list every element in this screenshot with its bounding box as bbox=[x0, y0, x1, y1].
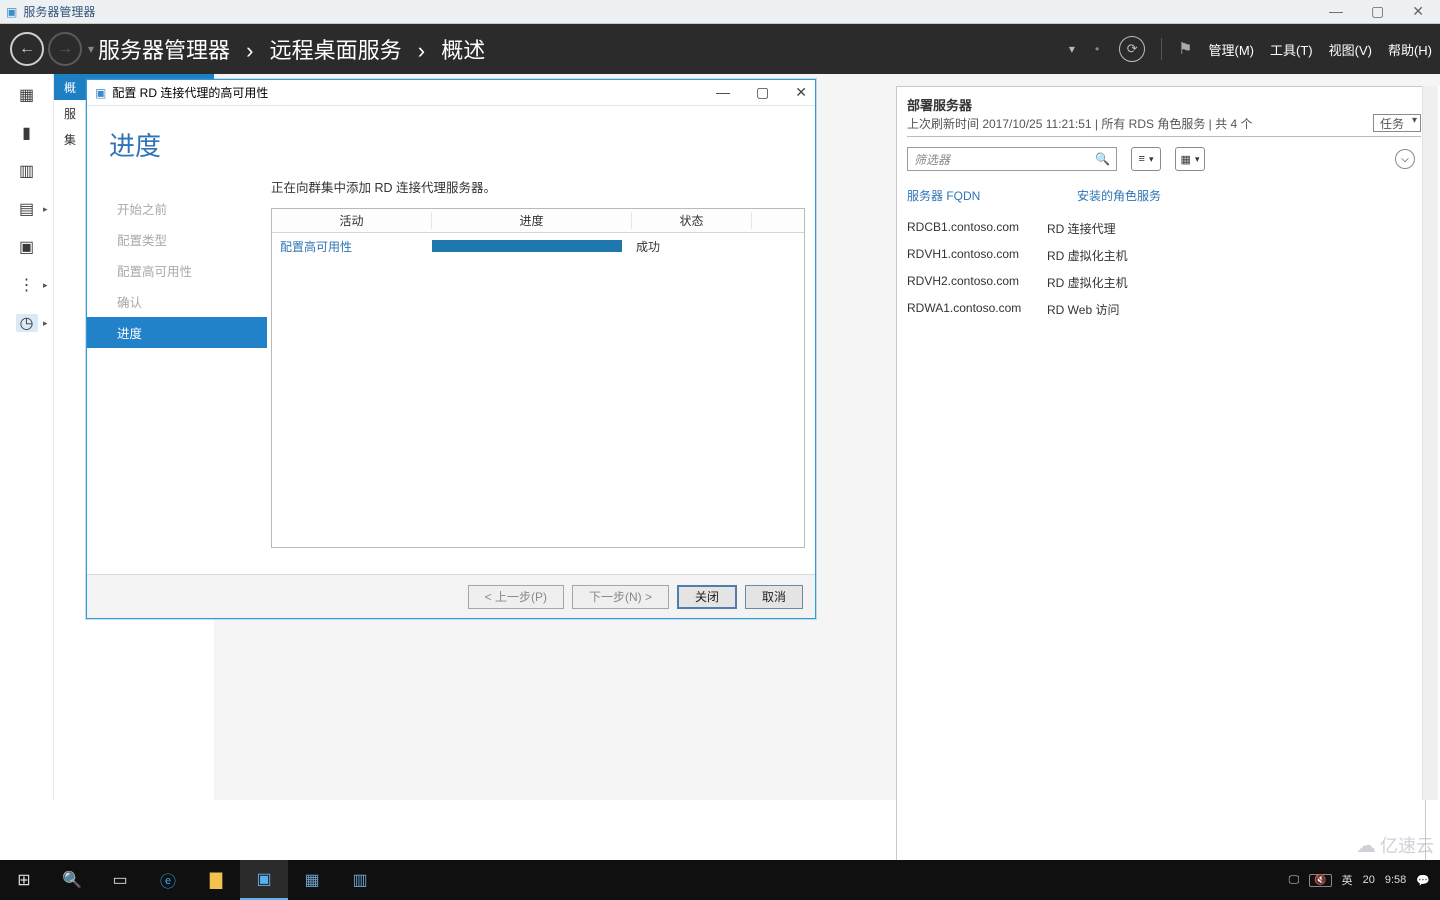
rail-more-icon[interactable]: ⋮▸ bbox=[16, 276, 38, 294]
menu-help[interactable]: 帮助(H) bbox=[1388, 40, 1432, 59]
filter-input[interactable]: 筛选器 🔍 bbox=[907, 147, 1117, 171]
rail-dashboard-icon[interactable]: ▦ bbox=[16, 86, 38, 104]
crumb-level2[interactable]: 概述 bbox=[441, 38, 485, 63]
rail-iis-icon[interactable]: ▣ bbox=[16, 238, 38, 256]
window-maximize-button[interactable]: ▢ bbox=[1371, 3, 1384, 20]
server-table-header: 服务器 FQDN 安装的角色服务 bbox=[907, 183, 1421, 209]
col-activity: 活动 bbox=[272, 212, 432, 229]
col-fqdn[interactable]: 服务器 FQDN bbox=[907, 187, 1027, 204]
step-confirm: 确认 bbox=[109, 286, 267, 317]
dialog-close-button[interactable]: ✕ bbox=[795, 84, 807, 101]
dialog-title: 配置 RD 连接代理的高可用性 bbox=[112, 84, 268, 101]
deployment-servers-panel: 部署服务器 上次刷新时间 2017/10/25 11:21:51 | 所有 RD… bbox=[896, 86, 1426, 866]
system-tray: 🖵 🔇 英 20 9:58 💬 bbox=[1279, 872, 1440, 888]
notifications-flag-icon[interactable]: ⚑ bbox=[1178, 39, 1192, 59]
col-role[interactable]: 安装的角色服务 bbox=[1077, 187, 1161, 204]
step-ha: 配置高可用性 bbox=[109, 255, 267, 286]
close-button[interactable]: 关闭 bbox=[677, 585, 737, 609]
crumb-level1[interactable]: 远程桌面服务 bbox=[270, 38, 402, 63]
window-minimize-button[interactable]: — bbox=[1329, 3, 1343, 20]
tray-time[interactable]: 9:58 bbox=[1385, 874, 1406, 886]
ie-icon[interactable]: ⓔ bbox=[144, 860, 192, 900]
ha-wizard-dialog: ▣ 配置 RD 连接代理的高可用性 — ▢ ✕ 进度 开始之前 配置类型 配置高… bbox=[86, 79, 816, 619]
search-icon[interactable]: 🔍 bbox=[1095, 152, 1110, 166]
dialog-heading: 进度 bbox=[87, 106, 815, 173]
view-options-button[interactable]: ≡ bbox=[1131, 147, 1161, 171]
window-close-button[interactable]: ✕ bbox=[1412, 3, 1424, 20]
dialog-footer: < 上一步(P) 下一步(N) > 关闭 取消 bbox=[87, 574, 815, 618]
row-progressbar bbox=[432, 240, 632, 252]
rail-rds-icon[interactable]: ◷▸ bbox=[16, 314, 38, 332]
start-button[interactable]: ⊞ bbox=[0, 860, 48, 900]
taskview-button[interactable]: ▭ bbox=[96, 860, 144, 900]
col-status: 状态 bbox=[632, 212, 752, 229]
table-row[interactable]: RDVH2.contoso.comRD 虚拟化主机 bbox=[907, 269, 1421, 296]
breadcrumb: 服务器管理器 › 远程桌面服务 › 概述 bbox=[98, 33, 485, 65]
save-query-button[interactable]: ▦ bbox=[1175, 147, 1205, 171]
server-manager-icon: ▣ bbox=[6, 5, 17, 19]
header-caret-icon[interactable]: ▾ bbox=[1069, 42, 1075, 56]
rail-all-servers-icon[interactable]: ▥ bbox=[16, 162, 38, 180]
row-activity: 配置高可用性 bbox=[272, 238, 432, 255]
rail-local-server-icon[interactable]: ▮ bbox=[16, 124, 38, 142]
tray-monitor-icon[interactable]: 🖵 bbox=[1289, 874, 1300, 887]
grid-row: 配置高可用性 成功 bbox=[272, 233, 804, 259]
progress-grid: 活动 进度 状态 配置高可用性 成功 bbox=[271, 208, 805, 548]
header-bar: ← → ▾ 服务器管理器 › 远程桌面服务 › 概述 ▾ • ⟳ ⚑ 管理(M)… bbox=[0, 24, 1440, 74]
panel-refresh-line: 上次刷新时间 2017/10/25 11:21:51 | 所有 RDS 角色服务… bbox=[907, 115, 1252, 132]
filter-placeholder: 筛选器 bbox=[914, 151, 950, 168]
dialog-minimize-button[interactable]: — bbox=[716, 84, 730, 101]
dialog-maximize-button[interactable]: ▢ bbox=[756, 84, 769, 101]
dialog-titlebar: ▣ 配置 RD 连接代理的高可用性 — ▢ ✕ bbox=[87, 80, 815, 106]
dialog-app-icon: ▣ bbox=[95, 86, 106, 100]
table-row[interactable]: RDVH1.contoso.comRD 虚拟化主机 bbox=[907, 242, 1421, 269]
tray-speaker-icon[interactable]: 🔇 bbox=[1309, 874, 1331, 887]
hyperv-icon[interactable]: ▦ bbox=[288, 860, 336, 900]
col-progress: 进度 bbox=[432, 212, 632, 229]
wizard-steps: 开始之前 配置类型 配置高可用性 确认 进度 bbox=[87, 173, 267, 574]
expand-toggle-button[interactable]: ⌵ bbox=[1395, 149, 1415, 169]
next-button: 下一步(N) > bbox=[572, 585, 669, 609]
panel-title: 部署服务器 bbox=[907, 95, 1421, 114]
menu-manage[interactable]: 管理(M) bbox=[1209, 40, 1255, 59]
rail-file-services-icon[interactable]: ▤▸ bbox=[16, 200, 38, 218]
step-before: 开始之前 bbox=[109, 193, 267, 224]
main-title: 服务器管理器 bbox=[23, 3, 95, 20]
main-scrollbar[interactable] bbox=[1422, 86, 1440, 800]
crumb-root[interactable]: 服务器管理器 bbox=[98, 38, 230, 63]
search-button[interactable]: 🔍 bbox=[48, 860, 96, 900]
step-progress: 进度 bbox=[87, 317, 267, 348]
progress-bar-icon bbox=[432, 240, 622, 252]
dialog-message: 正在向群集中添加 RD 连接代理服务器。 bbox=[271, 177, 805, 196]
menu-view[interactable]: 视图(V) bbox=[1329, 40, 1372, 59]
nav-forward-button[interactable]: → bbox=[48, 32, 82, 66]
tasks-dropdown[interactable]: 任务 bbox=[1373, 114, 1421, 132]
step-type: 配置类型 bbox=[109, 224, 267, 255]
tray-notification-icon[interactable]: 💬 bbox=[1416, 874, 1430, 887]
refresh-button[interactable]: ⟳ bbox=[1119, 36, 1145, 62]
table-row[interactable]: RDCB1.contoso.comRD 连接代理 bbox=[907, 215, 1421, 242]
table-row[interactable]: RDWA1.contoso.comRD Web 访问 bbox=[907, 296, 1421, 323]
nav-back-button[interactable]: ← bbox=[10, 32, 44, 66]
icon-rail: ▦ ▮ ▥ ▤▸ ▣ ⋮▸ ◷▸ bbox=[0, 74, 54, 800]
cluster-icon[interactable]: ▥ bbox=[336, 860, 384, 900]
server-table: RDCB1.contoso.comRD 连接代理 RDVH1.contoso.c… bbox=[907, 215, 1421, 323]
row-status: 成功 bbox=[632, 238, 752, 255]
explorer-icon[interactable]: ▇ bbox=[192, 860, 240, 900]
taskbar: ⊞ 🔍 ▭ ⓔ ▇ ▣ ▦ ▥ 🖵 🔇 英 20 9:58 💬 bbox=[0, 860, 1440, 900]
divider bbox=[1161, 38, 1162, 60]
server-manager-taskbar-icon[interactable]: ▣ bbox=[240, 860, 288, 900]
main-titlebar: ▣ 服务器管理器 — ▢ ✕ bbox=[0, 0, 1440, 24]
cancel-button[interactable]: 取消 bbox=[745, 585, 803, 609]
nav-dropdown-icon[interactable]: ▾ bbox=[88, 42, 94, 56]
prev-button: < 上一步(P) bbox=[468, 585, 564, 609]
grid-header: 活动 进度 状态 bbox=[272, 209, 804, 233]
tray-ime[interactable]: 英 bbox=[1342, 872, 1353, 888]
menu-tools[interactable]: 工具(T) bbox=[1270, 40, 1313, 59]
tray-num: 20 bbox=[1363, 874, 1375, 886]
